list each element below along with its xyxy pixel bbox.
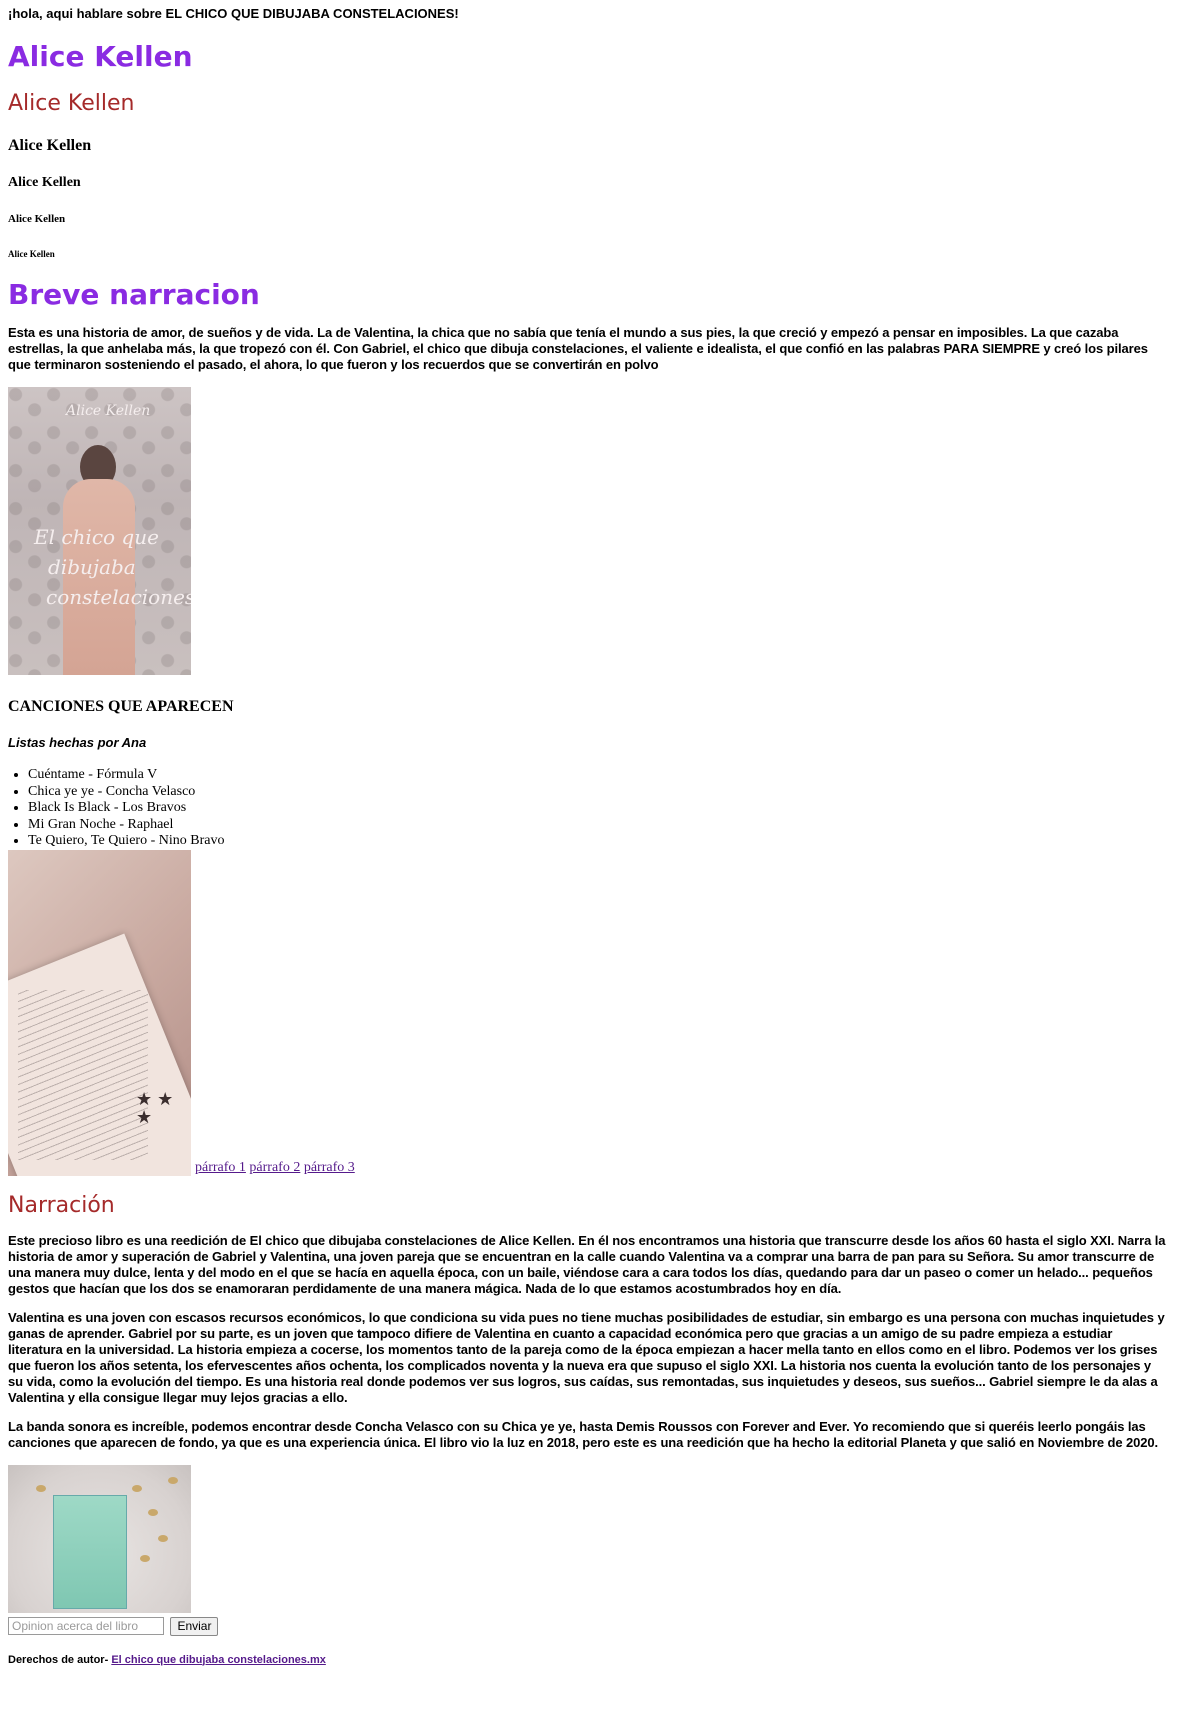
page: ¡hola, aqui hablare sobre EL CHICO QUE D… [0,0,1177,1667]
stars-icon: ★ ★ ★ [136,1088,174,1127]
submit-button[interactable]: Enviar [170,1616,219,1636]
footer: Derechos de autor- El chico que dibujaba… [8,1653,1169,1667]
narracion-paragraph-3: La banda sonora es increíble, podemos en… [8,1418,1159,1450]
author-heading-5: Alice Kellen [8,213,66,225]
song-item: Cuéntame - Fórmula V [28,767,1169,784]
paragraph-links: párrafo 1 párrafo 2 párrafo 3 [195,1160,355,1176]
author-heading-2: Alice Kellen [8,91,135,116]
breve-title: Breve narracion [8,278,260,311]
author-heading-4: Alice Kellen [8,175,81,190]
narracion-title: Narración [8,1192,115,1218]
cover-title-line-2: dibujaba [48,555,136,579]
song-item: Mi Gran Noche - Raphael [28,817,1169,834]
songs-list: Cuéntame - Fórmula V Chica ye ye - Conch… [8,767,1169,850]
book-photo-image [8,1464,191,1613]
opinion-input[interactable] [8,1617,164,1635]
cover-title-line-1: El chico que [34,525,159,549]
photo-petal [36,1484,46,1492]
book-text-lines [18,989,148,1160]
book-cover-image: Alice Kellen El chico que dibujaba const… [8,387,191,675]
cover-author-text: Alice Kellen [66,403,151,419]
narracion-paragraph-2: Valentina es una joven con escasos recur… [8,1309,1165,1405]
author-heading-1: Alice Kellen [8,40,193,73]
breve-text: Esta es una historia de amor, de sueños … [8,325,1148,372]
song-item: Black Is Black - Los Bravos [28,800,1169,817]
author-heading-3: Alice Kellen [8,137,92,154]
cover-title-line-3: constelaciones [46,585,191,609]
lists-by: Listas hechas por Ana [8,735,147,750]
songs-title: CANCIONES QUE APARECEN [8,698,234,715]
opinion-form: Enviar [8,1616,1169,1639]
paragraph-link-1[interactable]: párrafo 1 [195,1160,246,1175]
intro-text: ¡hola, aqui hablare sobre EL CHICO QUE D… [8,6,459,21]
song-item: Te Quiero, Te Quiero - Nino Bravo [28,833,1169,850]
photo-book [53,1494,127,1609]
photo-petal [158,1534,168,1542]
paragraph-link-2[interactable]: párrafo 2 [249,1160,300,1175]
open-book-image: ★ ★ ★ [8,849,191,1176]
narracion-paragraph-1: Este precioso libro es una reedición de … [8,1232,1166,1296]
photo-petal [148,1508,158,1516]
footer-link[interactable]: El chico que dibujaba constelaciones.mx [111,1654,326,1666]
book-row: ★ ★ ★ párrafo 1 párrafo 2 párrafo 3 [8,849,1169,1176]
paragraph-link-3[interactable]: párrafo 3 [304,1160,355,1175]
footer-label: Derechos de autor- [8,1653,109,1666]
photo-petal [140,1554,150,1562]
photo-petal [168,1476,178,1484]
author-heading-6: Alice Kellen [8,249,55,259]
song-item: Chica ye ye - Concha Velasco [28,784,1169,801]
photo-petal [132,1484,142,1492]
